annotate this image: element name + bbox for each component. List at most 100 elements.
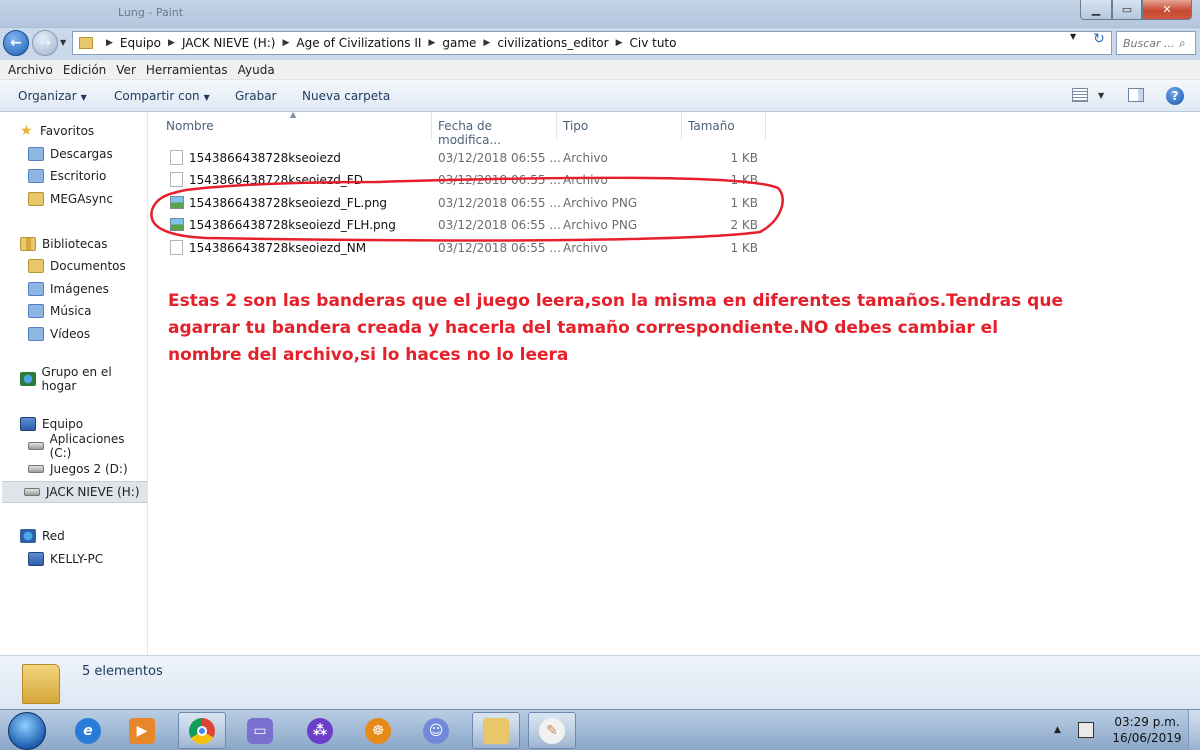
column-header-name[interactable]: ▲ Nombre bbox=[160, 110, 432, 140]
chevron-right-icon[interactable]: ▶ bbox=[168, 38, 175, 48]
nav-favoritos[interactable]: ★ Favoritos bbox=[20, 121, 94, 141]
computer-icon bbox=[20, 417, 36, 431]
taskbar-chrome[interactable] bbox=[178, 712, 226, 749]
taskbar: e ▶ ▭ ⁂ ☸ ☺ ✎ ▲ 03:29 p.m. 16/06/2019 bbox=[0, 709, 1200, 750]
computer-icon bbox=[28, 552, 44, 566]
search-input[interactable] bbox=[1123, 36, 1177, 50]
internet-explorer-icon: e bbox=[75, 717, 101, 744]
nueva-carpeta-button[interactable]: Nueva carpeta bbox=[302, 89, 390, 103]
navigation-pane: ★ Favoritos Descargas Escritorio MEGAsyn… bbox=[0, 112, 148, 655]
folder-icon bbox=[22, 664, 60, 704]
column-header-type[interactable]: Tipo bbox=[557, 112, 682, 140]
minimize-button[interactable]: ▁ bbox=[1080, 0, 1112, 20]
menu-ver[interactable]: Ver bbox=[116, 63, 136, 77]
music-icon bbox=[28, 304, 44, 318]
breadcrumb-jack-nieve[interactable]: JACK NIEVE (H:) bbox=[182, 36, 276, 50]
nav-label: Escritorio bbox=[50, 169, 107, 183]
help-icon[interactable]: ? bbox=[1166, 87, 1184, 105]
nav-kelly-pc[interactable]: KELLY-PC bbox=[28, 549, 103, 569]
start-button[interactable] bbox=[8, 712, 46, 750]
forward-button[interactable]: → bbox=[32, 30, 58, 56]
breadcrumb-game[interactable]: game bbox=[442, 36, 476, 50]
nav-equipo[interactable]: Equipo bbox=[20, 414, 83, 434]
nav-musica[interactable]: Música bbox=[28, 301, 92, 321]
nav-grupo-hogar[interactable]: Grupo en el hogar bbox=[20, 365, 147, 393]
breadcrumb-civ-tuto[interactable]: Civ tuto bbox=[629, 36, 676, 50]
nav-bibliotecas[interactable]: Bibliotecas bbox=[20, 234, 107, 254]
nav-imagenes[interactable]: Imágenes bbox=[28, 279, 109, 299]
nav-videos[interactable]: Vídeos bbox=[28, 324, 90, 344]
nav-label: Juegos 2 (D:) bbox=[50, 462, 128, 476]
nav-red[interactable]: Red bbox=[20, 526, 65, 546]
file-date: 03/12/2018 06:55 ... bbox=[438, 151, 561, 165]
videos-icon bbox=[28, 327, 44, 341]
nav-descargas[interactable]: Descargas bbox=[28, 144, 113, 164]
chevron-right-icon[interactable]: ▶ bbox=[106, 38, 113, 48]
search-box[interactable]: ⌕ bbox=[1116, 31, 1196, 55]
nav-label: Grupo en el hogar bbox=[41, 365, 112, 393]
compartir-button[interactable]: Compartir con ▼ bbox=[114, 89, 210, 103]
downloads-folder-icon bbox=[28, 147, 44, 161]
network-status-icon[interactable] bbox=[1078, 722, 1094, 738]
close-button[interactable]: ✕ bbox=[1142, 0, 1192, 20]
back-button[interactable]: ← bbox=[3, 30, 29, 56]
taskbar-explorer[interactable] bbox=[472, 712, 520, 749]
breadcrumb-equipo[interactable]: Equipo bbox=[120, 36, 161, 50]
taskbar-discord[interactable]: ☺ bbox=[412, 712, 460, 749]
refresh-icon[interactable]: ↻ bbox=[1088, 31, 1110, 49]
folder-icon bbox=[79, 37, 93, 49]
usb-drive-icon bbox=[24, 488, 40, 496]
file-row[interactable]: 1543866438728kseoiezd 03/12/2018 06:55 .… bbox=[160, 147, 766, 169]
taskbar-game-emulator[interactable]: ▭ bbox=[236, 712, 284, 749]
nav-aplicaciones[interactable]: Aplicaciones (C:) bbox=[28, 432, 147, 460]
taskbar-media-player[interactable]: ▶ bbox=[118, 712, 166, 749]
taskbar-app-purple[interactable]: ⁂ bbox=[296, 712, 344, 749]
show-desktop-button[interactable] bbox=[1188, 710, 1200, 750]
search-icon[interactable]: ⌕ bbox=[1179, 36, 1186, 51]
pictures-icon bbox=[28, 282, 44, 296]
desktop-icon bbox=[28, 169, 44, 183]
breadcrumb-age-of-civilizations[interactable]: Age of Civilizations II bbox=[296, 36, 421, 50]
organizar-button[interactable]: Organizar ▼ bbox=[18, 89, 87, 103]
nav-documentos[interactable]: Documentos bbox=[28, 256, 126, 276]
maximize-button[interactable]: ▭ bbox=[1112, 0, 1142, 20]
nav-escritorio[interactable]: Escritorio bbox=[28, 166, 106, 186]
column-header-size[interactable]: Tamaño bbox=[682, 112, 766, 140]
taskbar-internet-explorer[interactable]: e bbox=[64, 712, 112, 749]
recent-pages-dropdown[interactable]: ▼ bbox=[60, 38, 66, 47]
view-options-icon[interactable] bbox=[1072, 88, 1088, 102]
preview-pane-icon[interactable] bbox=[1128, 88, 1144, 102]
nav-label: KELLY-PC bbox=[50, 552, 104, 566]
show-hidden-icons[interactable]: ▲ bbox=[1054, 725, 1061, 735]
menu-archivo[interactable]: Archivo bbox=[8, 63, 53, 77]
view-dropdown[interactable]: ▼ bbox=[1098, 91, 1104, 100]
address-bar[interactable]: ▶ Equipo ▶ JACK NIEVE (H:) ▶ Age of Civi… bbox=[72, 31, 1112, 55]
menu-herramientas[interactable]: Herramientas bbox=[146, 63, 228, 77]
compartir-label: Compartir con bbox=[114, 89, 200, 103]
nav-megasync[interactable]: MEGAsync bbox=[28, 189, 113, 209]
nav-label: Imágenes bbox=[50, 282, 109, 296]
nav-label: Vídeos bbox=[50, 327, 91, 341]
nav-juegos[interactable]: Juegos 2 (D:) bbox=[28, 459, 128, 479]
breadcrumb-civilizations-editor[interactable]: civilizations_editor bbox=[497, 36, 608, 50]
taskbar-paint[interactable]: ✎ bbox=[528, 712, 576, 749]
chevron-right-icon[interactable]: ▶ bbox=[483, 38, 490, 48]
file-type: Archivo bbox=[563, 241, 608, 255]
taskbar-helm-app[interactable]: ☸ bbox=[354, 712, 402, 749]
chrome-icon bbox=[189, 717, 215, 744]
chevron-right-icon[interactable]: ▶ bbox=[428, 38, 435, 48]
chevron-right-icon[interactable]: ▶ bbox=[282, 38, 289, 48]
column-header-date[interactable]: Fecha de modifica... bbox=[432, 112, 557, 147]
clock-time: 03:29 p.m. bbox=[1114, 715, 1180, 729]
chevron-right-icon[interactable]: ▶ bbox=[616, 38, 623, 48]
menu-ayuda[interactable]: Ayuda bbox=[238, 63, 275, 77]
grabar-button[interactable]: Grabar bbox=[235, 89, 277, 103]
menu-edicion[interactable]: Edición bbox=[63, 63, 106, 77]
nav-label: Música bbox=[50, 304, 92, 318]
clock[interactable]: 03:29 p.m. 16/06/2019 bbox=[1112, 714, 1182, 746]
nav-jack-nieve[interactable]: JACK NIEVE (H:) bbox=[2, 481, 148, 503]
file-name: 1543866438728kseoiezd_NM bbox=[189, 241, 367, 255]
address-dropdown[interactable]: ▼ bbox=[1070, 32, 1076, 41]
nav-label: Documentos bbox=[50, 259, 126, 273]
annotation-circle bbox=[150, 176, 784, 242]
